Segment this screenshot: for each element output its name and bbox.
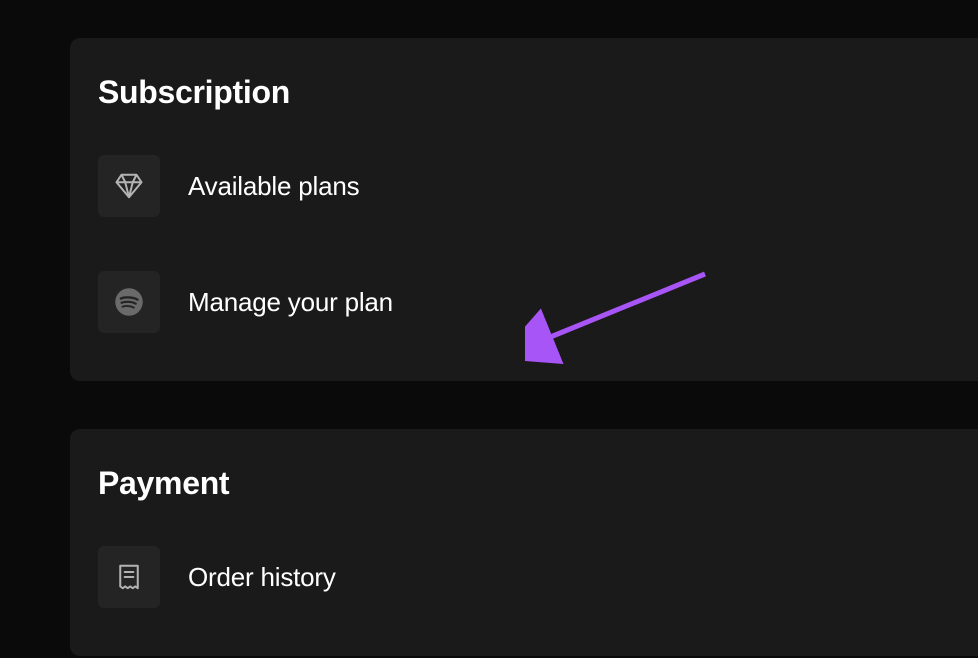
order-history-label: Order history [188, 562, 336, 593]
available-plans-item[interactable]: Available plans [98, 147, 978, 225]
order-history-item[interactable]: Order history [98, 538, 978, 616]
available-plans-label: Available plans [188, 171, 359, 202]
spotify-icon [98, 271, 160, 333]
diamond-icon [98, 155, 160, 217]
page-container: Subscription Available plans [70, 38, 978, 656]
manage-plan-item[interactable]: Manage your plan [98, 263, 978, 341]
receipt-icon [98, 546, 160, 608]
subscription-title: Subscription [98, 74, 978, 111]
payment-card: Payment Order history [70, 429, 978, 656]
payment-title: Payment [98, 465, 978, 502]
subscription-card: Subscription Available plans [70, 38, 978, 381]
manage-plan-label: Manage your plan [188, 287, 393, 318]
